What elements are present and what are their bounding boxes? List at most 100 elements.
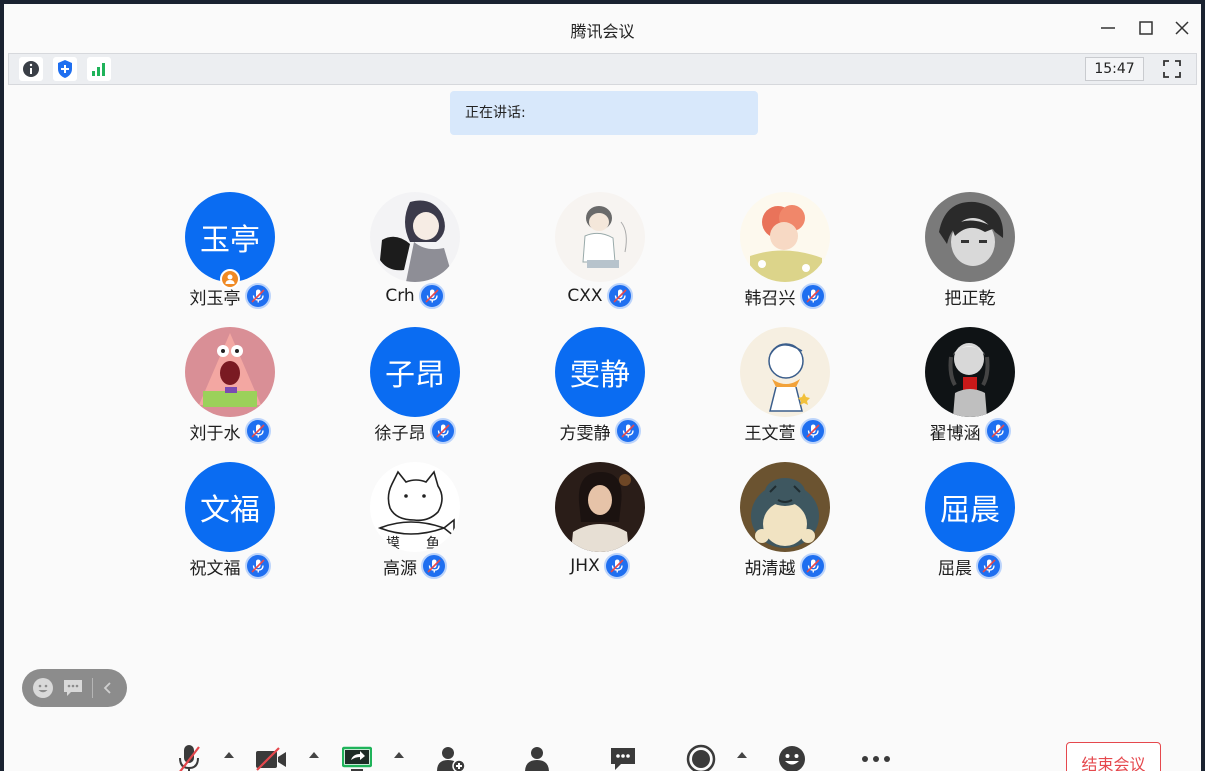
participant-name: 祝文福 (189, 558, 241, 579)
mic-icon (610, 559, 624, 573)
minimize-button[interactable] (1094, 14, 1122, 42)
muted-mic-indicator (799, 418, 826, 444)
info-icon (23, 61, 39, 77)
participant-tile[interactable]: JHX (510, 462, 690, 582)
share-screen-button[interactable] (340, 742, 374, 771)
participant-name-line: 翟博涵 (880, 417, 1060, 445)
participant-name-line: 王文萱 (695, 417, 875, 445)
avatar: 摸鱼 (370, 462, 460, 552)
network-status-button[interactable] (87, 57, 111, 81)
participant-tile[interactable]: 把正乾 (880, 192, 1060, 312)
participant-name-line: 徐子昂 (325, 417, 505, 445)
participant-tile[interactable]: 文福祝文福 (140, 462, 320, 582)
muted-mic-indicator (603, 553, 630, 579)
record-button[interactable] (684, 742, 718, 771)
video-off-icon (256, 747, 286, 771)
participant-tile[interactable]: 翟博涵 (880, 327, 1060, 447)
participant-name-line: 把正乾 (880, 282, 1060, 310)
meeting-toolbar: 结束会议 (4, 734, 1201, 771)
participant-tile[interactable]: CXX (510, 192, 690, 312)
invite-button[interactable] (434, 742, 468, 771)
avatar (740, 327, 830, 417)
mic-icon (250, 424, 265, 438)
participant-name: 翟博涵 (929, 423, 981, 444)
participant-name: CXX (567, 286, 603, 306)
mute-button[interactable] (172, 742, 206, 771)
participant-tile[interactable]: 玉亭 刘玉亭 (140, 192, 320, 312)
muted-mic-indicator (799, 553, 826, 579)
user-icon (525, 747, 549, 771)
signal-icon (92, 63, 105, 76)
more-button[interactable] (859, 742, 893, 771)
muted-mic-indicator (244, 553, 271, 579)
mic-icon (250, 289, 265, 303)
security-button[interactable] (53, 57, 77, 81)
svg-text:摸: 摸 (386, 536, 400, 552)
muted-mic-indicator (429, 418, 456, 444)
participant-name: 胡清越 (744, 558, 796, 579)
maximize-button[interactable] (1132, 14, 1160, 42)
share-options-caret[interactable] (394, 752, 404, 758)
meeting-info-button[interactable] (19, 57, 43, 81)
floating-chat-bar[interactable] (22, 669, 127, 707)
chat-icon (64, 680, 82, 696)
mic-icon (613, 289, 627, 303)
participant-name-line: 刘于水 (140, 417, 320, 445)
participant-tile[interactable]: 摸鱼高源 (325, 462, 505, 582)
avatar (370, 192, 460, 282)
muted-mic-indicator (984, 418, 1011, 444)
participant-name: 刘玉亭 (189, 288, 241, 309)
mic-icon (990, 424, 1005, 438)
participant-name: JHX (570, 556, 600, 576)
svg-text:鱼: 鱼 (426, 535, 440, 552)
participant-name-line: 高源 (325, 552, 505, 580)
reaction-button[interactable] (775, 742, 809, 771)
avatar (740, 462, 830, 552)
participants-button[interactable] (520, 742, 554, 771)
title-bar[interactable]: 腾讯会议 (4, 4, 1201, 53)
participant-tile[interactable]: 屈晨 屈晨 (880, 462, 1060, 582)
muted-mic-indicator (976, 553, 1002, 579)
mic-icon (427, 559, 441, 573)
mic-icon (982, 559, 996, 573)
avatar: 雯静 (555, 327, 645, 417)
avatar: 文福 (185, 462, 275, 552)
audio-options-caret[interactable] (224, 752, 234, 758)
muted-mic-indicator (614, 418, 641, 444)
participant-tile[interactable]: 胡清越 (695, 462, 875, 582)
close-icon (1175, 21, 1189, 35)
mic-icon (435, 424, 450, 438)
mic-icon (425, 289, 439, 303)
participant-name-line: 屈晨 (880, 552, 1060, 580)
participant-tile[interactable]: 子昂 徐子昂 (325, 327, 505, 447)
participant-name: 刘于水 (189, 423, 241, 444)
shield-icon (58, 60, 72, 78)
participant-name-line: CXX (510, 282, 690, 310)
fullscreen-button[interactable] (1161, 58, 1183, 80)
chevron-left-icon (103, 682, 111, 694)
participant-tile[interactable]: 刘于水 (140, 327, 320, 447)
mic-icon (805, 289, 820, 303)
participant-tile[interactable]: 韩召兴 (695, 192, 875, 312)
muted-mic-indicator (244, 283, 271, 309)
video-button[interactable] (254, 742, 288, 771)
add-user-icon (437, 747, 466, 771)
participant-name: 高源 (383, 558, 417, 579)
participant-tile[interactable]: 雯静方雯静 (510, 327, 690, 447)
participant-name-line: 祝文福 (140, 552, 320, 580)
muted-mic-indicator (799, 283, 826, 309)
participant-name: 王文萱 (744, 423, 796, 444)
record-options-caret[interactable] (737, 752, 747, 758)
participant-tile[interactable]: 王文萱 (695, 327, 875, 447)
video-options-caret[interactable] (309, 752, 319, 758)
participant-name: 方雯静 (559, 423, 611, 444)
mic-off-icon (179, 745, 200, 771)
participant-name-line: 胡清越 (695, 552, 875, 580)
close-button[interactable] (1168, 14, 1196, 42)
chat-button[interactable] (606, 742, 640, 771)
participant-tile[interactable]: Crh (325, 192, 505, 312)
muted-mic-indicator (244, 418, 271, 444)
participant-name: 屈晨 (938, 558, 972, 579)
fullscreen-icon (1163, 60, 1181, 78)
end-meeting-button[interactable]: 结束会议 (1066, 742, 1161, 771)
